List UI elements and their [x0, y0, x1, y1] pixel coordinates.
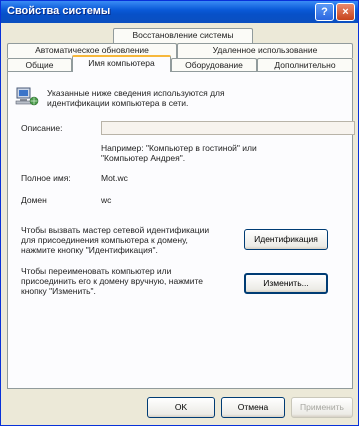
system-properties-window: Свойства системы ? × Восстановление сист… — [0, 0, 359, 426]
change-button[interactable]: Изменить... — [244, 273, 328, 294]
example-line-1: Например: "Компьютер в гостиной" или — [101, 143, 257, 153]
intro-text: Указанные ниже сведения используются для… — [47, 88, 347, 108]
rename-line-2: присоединить его к домену вручную, нажми… — [21, 276, 203, 286]
full-name-value: Mot.wc — [101, 173, 128, 183]
tab-computer-name[interactable]: Имя компьютера — [72, 55, 171, 72]
tab-remote-use[interactable]: Удаленное использование — [177, 43, 353, 58]
intro-line-2: идентификации компьютера в сети. — [47, 98, 189, 108]
rename-text: Чтобы переименовать компьютер или присое… — [21, 266, 239, 296]
full-name-label: Полное имя: — [21, 173, 71, 183]
wizard-line-3: нажмите кнопку "Идентификация". — [21, 245, 158, 255]
description-input[interactable] — [101, 121, 355, 135]
domain-value: wc — [101, 195, 112, 205]
title-bar[interactable]: Свойства системы ? × — [1, 1, 358, 23]
wizard-line-2: для присоединения компьютера к домену, — [21, 235, 188, 245]
intro-line-1: Указанные ниже сведения используются для — [47, 88, 225, 98]
tab-system-restore[interactable]: Восстановление системы — [113, 28, 253, 43]
computer-network-icon — [15, 87, 39, 106]
help-button[interactable]: ? — [315, 3, 334, 21]
rename-line-3: кнопку "Изменить". — [21, 286, 96, 296]
ok-button[interactable]: OK — [147, 397, 215, 418]
example-line-2: "Компьютер Андрея". — [101, 153, 186, 163]
close-button[interactable]: × — [336, 3, 355, 21]
rename-line-1: Чтобы переименовать компьютер или — [21, 266, 172, 276]
example-text: Например: "Компьютер в гостиной" или "Ко… — [101, 143, 353, 163]
domain-label: Домен — [21, 195, 47, 205]
description-label: Описание: — [21, 123, 63, 133]
apply-button[interactable]: Применить — [291, 397, 353, 418]
cancel-button[interactable]: Отмена — [221, 397, 285, 418]
wizard-text: Чтобы вызвать мастер сетевой идентификац… — [21, 225, 239, 255]
window-title: Свойства системы — [7, 5, 111, 17]
wizard-line-1: Чтобы вызвать мастер сетевой идентификац… — [21, 225, 210, 235]
identify-button[interactable]: Идентификация — [244, 229, 328, 250]
